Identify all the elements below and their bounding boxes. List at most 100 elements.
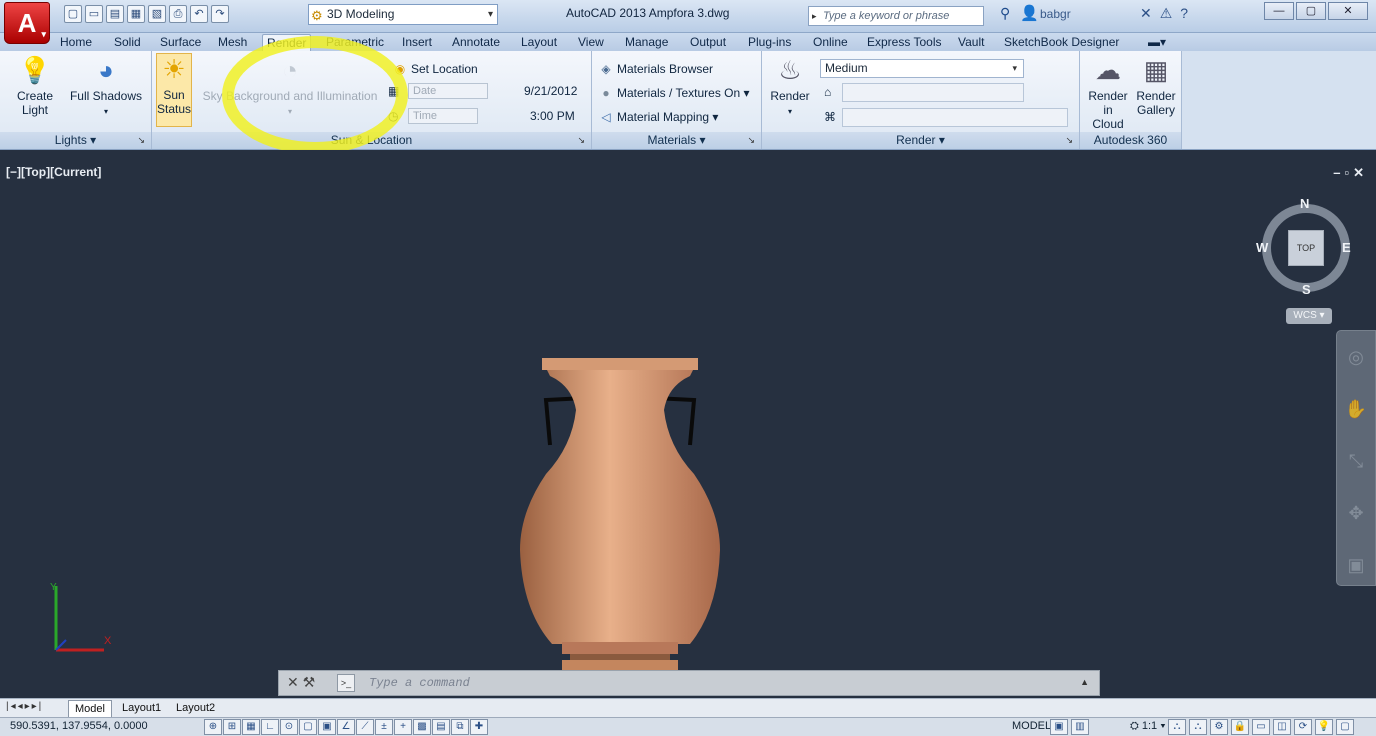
autodesk360-panel-title[interactable]: Autodesk 360 <box>1080 132 1181 149</box>
sky-background-button[interactable]: ◔ Sky Background and Illumination ▾ <box>200 55 380 119</box>
command-line[interactable]: ✕ ⚒ >_ Type a command ▲ <box>278 670 1100 696</box>
tab-parametric[interactable]: Parametric <box>326 34 384 51</box>
zoom-extents-icon[interactable]: ⤡ <box>1337 435 1375 487</box>
steering-wheel-icon[interactable]: ◎ <box>1337 331 1375 383</box>
viewport-window-controls[interactable]: –▫✕ <box>1333 165 1368 181</box>
workspace-select[interactable]: ⚙ 3D Modeling ▾ <box>308 4 498 25</box>
command-prompt-icon[interactable]: >_ <box>337 674 355 692</box>
isolate-objects-icon[interactable]: ◫ <box>1273 719 1291 735</box>
help-icon[interactable]: ? <box>1180 5 1188 22</box>
render-quality-select[interactable]: Medium ▾ <box>820 59 1024 78</box>
open-icon[interactable]: ▭ <box>85 5 103 23</box>
viewcube[interactable]: N S E W TOP WCS ▾ <box>1256 196 1351 336</box>
tab-manage[interactable]: Manage <box>625 34 668 51</box>
pan-hand-icon[interactable]: ✋ <box>1337 383 1375 435</box>
sun-status-button[interactable]: ☀ Sun Status <box>156 53 192 127</box>
tab-view[interactable]: View <box>578 34 604 51</box>
tab-surface[interactable]: Surface <box>160 34 201 51</box>
tab-mesh[interactable]: Mesh <box>218 34 247 51</box>
annotation-scale[interactable]: ⛭ 1:1 ▾ <box>1130 720 1166 733</box>
search-icon[interactable]: ⚲ <box>1000 5 1010 22</box>
drawing-viewport[interactable]: [−][Top][Current] –▫✕ Y X N S E W TOP WC… <box>0 150 1376 698</box>
dialog-launcher-icon[interactable]: ↘ <box>747 132 755 149</box>
dialog-launcher-icon[interactable]: ↘ <box>1065 132 1073 149</box>
tab-home[interactable]: Home <box>60 34 92 51</box>
compass-south[interactable]: S <box>1302 282 1311 297</box>
minimize-icon[interactable]: — <box>1264 2 1294 20</box>
render-output-file[interactable] <box>842 108 1068 127</box>
render-button[interactable]: ♨ Render ▾ <box>768 55 812 119</box>
dynamic-input-icon[interactable]: ± <box>375 719 393 735</box>
material-mapping-button[interactable]: ◁ Material Mapping ▾ <box>598 109 718 125</box>
annotation-monitor-icon[interactable]: ✚ <box>470 719 488 735</box>
transparency-icon[interactable]: ▩ <box>413 719 431 735</box>
sun-location-panel-title[interactable]: Sun & Location ↘ <box>152 132 591 149</box>
ortho-mode-icon[interactable]: ∟ <box>261 719 279 735</box>
materials-browser-button[interactable]: ◈ Materials Browser <box>598 61 713 77</box>
workspace-switching-icon[interactable]: ⚙ <box>1210 719 1228 735</box>
3d-object-snap-icon[interactable]: ▣ <box>318 719 336 735</box>
compass-east[interactable]: E <box>1342 240 1351 255</box>
create-light-button[interactable]: 💡 Create Light <box>12 55 58 117</box>
tab-solid[interactable]: Solid <box>114 34 141 51</box>
redo-icon[interactable]: ↷ <box>211 5 229 23</box>
lineweight-icon[interactable]: + <box>394 719 412 735</box>
tab-vault[interactable]: Vault <box>958 34 984 51</box>
plot-icon[interactable]: ⎙ <box>169 5 187 23</box>
set-location-button[interactable]: ◉ Set Location <box>392 61 478 77</box>
render-gallery-button[interactable]: ▦ Render Gallery <box>1134 55 1178 117</box>
tab-express-tools[interactable]: Express Tools <box>867 34 941 51</box>
command-history-icon[interactable]: ▲ <box>1080 677 1089 687</box>
username[interactable]: babgr <box>1040 7 1071 21</box>
maximize-icon[interactable]: ▢ <box>1296 2 1326 20</box>
quick-properties-icon[interactable]: ▤ <box>432 719 450 735</box>
hardware-acceleration-icon[interactable]: ▭ <box>1252 719 1270 735</box>
save-icon[interactable]: ▤ <box>106 5 124 23</box>
orbit-icon[interactable]: ✥ <box>1337 487 1375 539</box>
materials-panel-title[interactable]: Materials ▾ ↘ <box>592 132 761 149</box>
polar-tracking-icon[interactable]: ⊙ <box>280 719 298 735</box>
light-bulb-icon[interactable]: 💡 <box>1315 719 1333 735</box>
snap-mode-icon[interactable]: ⊞ <box>223 719 241 735</box>
compass-west[interactable]: W <box>1256 240 1268 255</box>
showmotion-icon[interactable]: ▣ <box>1337 539 1375 591</box>
tab-output[interactable]: Output <box>690 34 726 51</box>
lights-panel-title[interactable]: Lights ▾ ↘ <box>0 132 151 149</box>
undo-icon[interactable]: ↶ <box>190 5 208 23</box>
render-settings-icon[interactable]: ⌘ <box>824 109 836 125</box>
render-in-cloud-button[interactable]: ☁ Render in Cloud <box>1084 55 1132 131</box>
grid-display-icon[interactable]: ▦ <box>242 719 260 735</box>
tab-annotate[interactable]: Annotate <box>452 34 500 51</box>
viewport-controls-label[interactable]: [−][Top][Current] <box>6 165 101 179</box>
notifications-icon[interactable]: ⟳ <box>1294 719 1312 735</box>
exchange-icon[interactable]: ✕ <box>1140 5 1152 22</box>
dynamic-ucs-icon[interactable]: ⟋ <box>356 719 374 735</box>
object-snap-icon[interactable]: ▢ <box>299 719 317 735</box>
cloud-save-icon[interactable]: ▧ <box>148 5 166 23</box>
render-output-size[interactable] <box>842 83 1024 102</box>
save-as-icon[interactable]: ▦ <box>127 5 145 23</box>
viewcube-top-face[interactable]: TOP <box>1288 230 1324 266</box>
infer-constraints-icon[interactable]: ⊕ <box>204 719 222 735</box>
stay-connected-icon[interactable]: ⚠ <box>1160 5 1173 22</box>
render-panel-title[interactable]: Render ▾ ↘ <box>762 132 1079 149</box>
render-region-icon[interactable]: ⌂ <box>824 84 831 100</box>
tab-layout[interactable]: Layout <box>521 34 557 51</box>
search-input[interactable]: ▸ Type a keyword or phrase <box>808 6 984 26</box>
full-shadows-button[interactable]: ◕ Full Shadows ▾ <box>66 55 146 119</box>
date-slider[interactable]: Date <box>408 83 488 99</box>
lock-icon[interactable]: 🔒 <box>1231 719 1249 735</box>
layout-nav-arrows-icon[interactable]: |◂◂▸▸| <box>6 701 43 712</box>
clean-screen-icon[interactable]: ▢ <box>1336 719 1354 735</box>
compass-north[interactable]: N <box>1300 196 1309 211</box>
object-snap-tracking-icon[interactable]: ∠ <box>337 719 355 735</box>
close-icon[interactable]: ✕ <box>1328 2 1368 20</box>
command-line-close-icon[interactable]: ✕ ⚒ <box>287 674 315 691</box>
tab-overflow-icon[interactable]: ▬▾ <box>1148 34 1166 51</box>
time-slider[interactable]: Time <box>408 108 478 124</box>
selection-cycling-icon[interactable]: ⧉ <box>451 719 469 735</box>
tab-model[interactable]: Model <box>68 700 112 717</box>
application-menu-button[interactable]: A ▾ <box>4 2 50 44</box>
quick-view-layouts-icon[interactable]: ▣ <box>1050 719 1068 735</box>
tab-online[interactable]: Online <box>813 34 848 51</box>
